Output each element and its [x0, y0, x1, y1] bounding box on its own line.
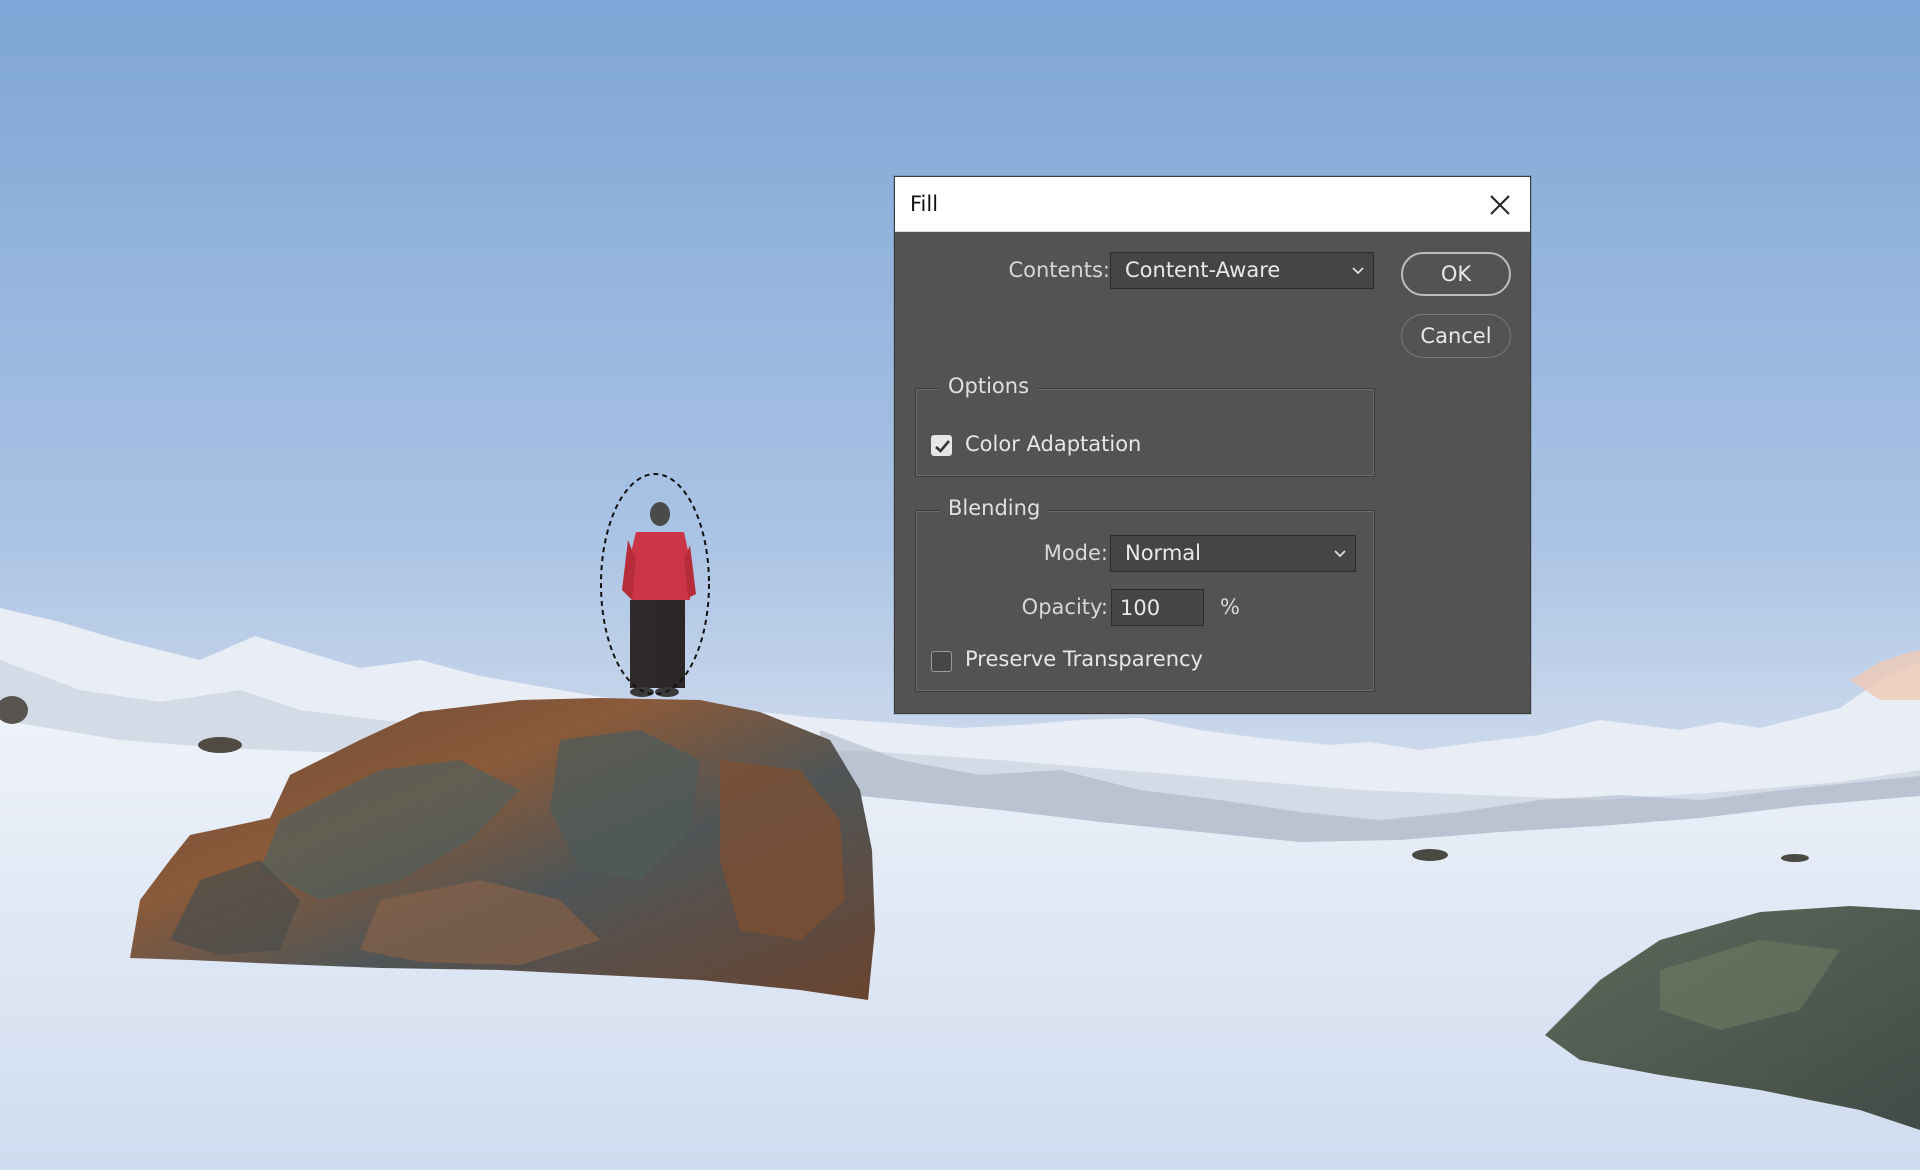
dialog-title: Fill [910, 192, 939, 216]
close-icon [1490, 194, 1510, 215]
options-legend: Options [940, 374, 1038, 398]
mode-dropdown[interactable]: Normal [1110, 535, 1356, 572]
mode-label: Mode: [1043, 541, 1108, 565]
opacity-label: Opacity: [1021, 595, 1108, 619]
blending-legend: Blending [940, 496, 1049, 520]
preserve-transparency-label[interactable]: Preserve Transparency [965, 647, 1203, 671]
chevron-down-icon [1352, 267, 1364, 275]
color-adaptation-checkbox[interactable] [931, 435, 952, 456]
color-adaptation-label[interactable]: Color Adaptation [965, 432, 1141, 456]
chevron-down-icon [1334, 550, 1346, 558]
opacity-input[interactable] [1111, 589, 1204, 626]
contents-value: Content-Aware [1125, 258, 1281, 282]
contents-dropdown[interactable]: Content-Aware [1110, 252, 1374, 289]
title-bar[interactable]: Fill [895, 177, 1530, 232]
opacity-unit: % [1220, 595, 1240, 619]
preserve-transparency-checkbox[interactable] [931, 651, 952, 672]
mode-value: Normal [1125, 541, 1201, 565]
cancel-button[interactable]: Cancel [1401, 314, 1511, 358]
fill-dialog: Fill Contents: Content-Aware OK Cancel O… [894, 176, 1531, 714]
ok-button[interactable]: OK [1401, 252, 1511, 296]
checkmark-icon [935, 440, 950, 453]
close-button[interactable] [1470, 177, 1530, 232]
contents-label: Contents: [1008, 258, 1110, 282]
